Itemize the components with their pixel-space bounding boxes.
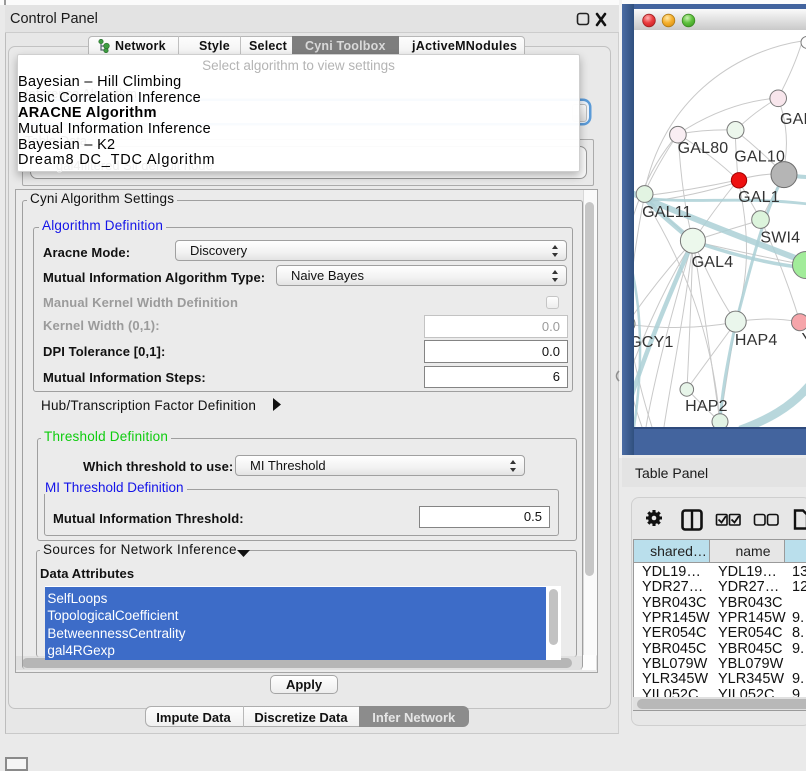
svg-text:SWI4: SWI4: [760, 230, 800, 247]
svg-text:Y: Y: [802, 331, 806, 348]
svg-text:HAP4: HAP4: [735, 332, 778, 349]
svg-text:GAL7: GAL7: [780, 111, 806, 128]
svg-text:GCY1: GCY1: [632, 334, 674, 351]
svg-text:GAL11: GAL11: [642, 204, 692, 221]
svg-text:GAL10: GAL10: [734, 149, 785, 166]
svg-text:GAL4: GAL4: [692, 254, 734, 271]
svg-text:GAL80: GAL80: [678, 140, 729, 157]
svg-text:HAP2: HAP2: [685, 398, 728, 415]
svg-text:GAL1: GAL1: [738, 189, 780, 206]
